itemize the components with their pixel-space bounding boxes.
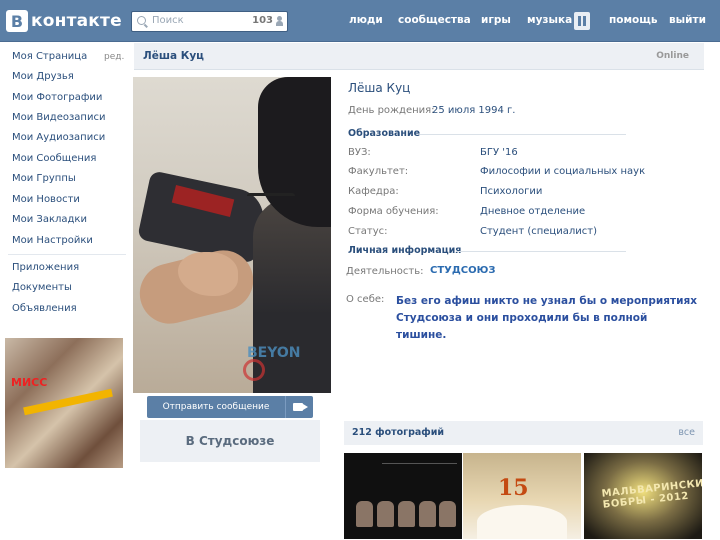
search-icon [137,16,146,25]
user-icon [276,16,283,26]
camera-icon [293,403,308,411]
sidebar-item-bookmarks[interactable]: Мои Закладки [12,214,87,225]
logo-text: контакте [31,11,122,31]
poster-face [356,501,373,527]
sidebar-item-audios[interactable]: Мои Аудиозаписи [12,132,105,143]
search-placeholder: Поиск [152,15,184,26]
sidebar-item-news[interactable]: Мои Новости [12,194,80,205]
activity-value[interactable]: СТУДСОЮЗ [430,265,495,276]
poster-face [398,501,415,527]
education-title: Образование [348,128,421,139]
sidebar-item-photos[interactable]: Мои Фотографии [12,92,102,103]
nav-games[interactable]: игры [481,14,511,26]
about-text: Без его афиш никто не узнал бы о меропри… [396,295,697,341]
ad-banner[interactable]: МИСС [5,338,123,468]
sidebar-item-videos[interactable]: Мои Видеозаписи [12,112,105,123]
nav-music[interactable]: музыка [527,14,572,26]
about-label: О себе: [346,294,385,305]
profile-avatar[interactable]: BEYON [133,77,331,393]
nav-logout[interactable]: выйти [669,14,706,26]
watermark-ring [243,359,265,381]
sidebar-item-my-page[interactable]: Моя Страница [12,51,87,62]
edu-label-university: ВУЗ: [348,147,371,158]
sidebar-divider [8,254,126,255]
cake-number: 15 [498,475,529,501]
cake-shape [477,505,567,539]
edu-label-study-form: Форма обучения: [348,206,439,217]
edu-value-department[interactable]: Психологии [480,186,542,197]
sidebar-item-ads[interactable]: Объявления [12,303,77,314]
sidebar-item-docs[interactable]: Документы [12,282,72,293]
ad-label: МИСС [11,376,48,389]
poster-face [419,501,436,527]
profile-header-bar: Лёша Куц Online [134,43,704,70]
profile-name: Лёша Куц [348,81,411,95]
sidebar-item-settings[interactable]: Мои Настройки [12,235,93,246]
pause-icon[interactable] [574,12,590,30]
personal-info-title: Личная информация [348,245,462,256]
activity-label: Деятельность: [346,266,424,277]
edu-label-faculty: Факультет: [348,166,409,177]
edit-link[interactable]: ред. [104,52,124,62]
sidebar-item-groups[interactable]: Мои Группы [12,173,76,184]
nav-people[interactable]: люди [349,14,383,26]
photo-thumbnail[interactable] [344,453,462,539]
poster-face [439,501,456,527]
personal-info-divider [456,251,626,252]
birthday-value[interactable]: 25 июля 1994 г. [432,105,515,116]
avatar-glasses [247,193,295,199]
search-count: 103 [252,15,273,26]
group-badge[interactable]: В Студсоюзе [140,420,320,462]
photo-thumbnail[interactable]: 15 [463,453,581,539]
send-message-button[interactable]: Отправить сообщение [147,396,285,418]
vk-logo[interactable]: В контакте [6,9,122,33]
photos-title[interactable]: 212 фотографий [352,427,444,438]
edu-value-status[interactable]: Студент (специалист) [480,226,597,237]
logo-badge: В [6,10,28,32]
online-status: Online [656,51,689,61]
sidebar-item-messages[interactable]: Мои Сообщения [12,153,96,164]
education-divider [420,134,626,135]
photo-thumbnail[interactable]: МАЛЬВАРИНСКИЕ БОБРЫ - 2012 [584,453,702,539]
nav-communities[interactable]: сообщества [398,14,471,26]
photos-all-link[interactable]: все [678,427,695,438]
poster-face [377,501,394,527]
poster-text-block [382,463,457,491]
edu-value-study-form[interactable]: Дневное отделение [480,206,585,217]
ad-stripe [23,388,113,416]
sidebar-item-friends[interactable]: Мои Друзья [12,71,74,82]
edu-value-faculty[interactable]: Философии и социальных наук [480,166,645,177]
edu-label-department: Кафедра: [348,186,399,197]
edu-label-status: Статус: [348,226,388,237]
edu-value-university[interactable]: БГУ '16 [480,147,518,158]
sidebar-item-apps[interactable]: Приложения [12,262,79,273]
search-input[interactable]: Поиск 103 [131,11,288,32]
birthday-label: День рождения: [348,105,435,116]
poster-title: МАЛЬВАРИНСКИЕ БОБРЫ - 2012 [601,477,702,511]
nav-help[interactable]: помощь [609,14,658,26]
page-title: Лёша Куц [143,50,204,62]
photos-header: 212 фотографий все [344,421,703,445]
top-header: В контакте Поиск 103 люди сообщества игр… [0,0,720,42]
video-call-button[interactable] [285,396,313,418]
